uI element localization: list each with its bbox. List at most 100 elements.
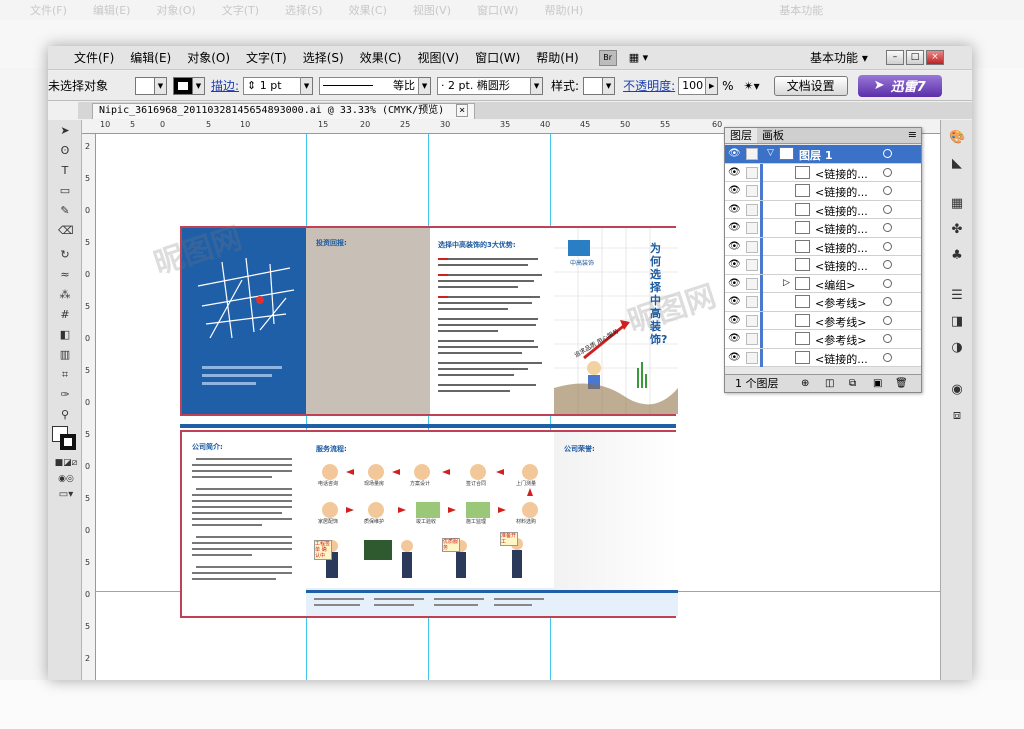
make-clipping-mask-icon[interactable]: ◫ bbox=[825, 375, 834, 392]
menu-help[interactable]: 帮助(H) bbox=[528, 49, 586, 66]
maximize-button[interactable]: □ bbox=[906, 50, 924, 65]
stroke-dropdown[interactable]: ▼ bbox=[193, 76, 205, 95]
visibility-eye-icon[interactable]: 👁 bbox=[728, 186, 741, 196]
workspace-switcher[interactable]: 基本功能 ▾ bbox=[810, 49, 868, 66]
target-icon[interactable] bbox=[883, 149, 892, 158]
layer-row[interactable]: 👁 <链接的... bbox=[725, 200, 921, 219]
target-icon[interactable] bbox=[883, 186, 892, 195]
visibility-eye-icon[interactable]: 👁 bbox=[728, 334, 741, 344]
layer-name[interactable]: <参考线> bbox=[815, 314, 866, 330]
document-setup-button[interactable]: 文档设置 bbox=[773, 75, 848, 96]
lock-toggle[interactable] bbox=[746, 351, 758, 364]
color-guide-icon[interactable]: ◣ bbox=[949, 156, 965, 172]
visibility-eye-icon[interactable]: 👁 bbox=[728, 315, 741, 325]
stroke-panel-icon[interactable]: ☰ bbox=[949, 288, 965, 304]
lock-toggle[interactable] bbox=[746, 240, 758, 253]
lock-toggle[interactable] bbox=[746, 148, 758, 160]
stroke-label[interactable]: 描边: bbox=[211, 77, 239, 94]
rectangle-tool-icon[interactable]: ▭ bbox=[58, 184, 72, 198]
visibility-eye-icon[interactable]: 👁 bbox=[728, 297, 741, 307]
gradient-panel-icon[interactable]: ◨ bbox=[949, 314, 965, 330]
layer-name[interactable]: <链接的... bbox=[815, 221, 868, 237]
visibility-eye-icon[interactable]: 👁 bbox=[728, 278, 741, 288]
brushes-panel-icon[interactable]: ✤ bbox=[949, 222, 965, 238]
expand-arrow-icon[interactable]: ▷ bbox=[783, 278, 790, 288]
menu-view[interactable]: 视图(V) bbox=[409, 49, 467, 66]
stroke-color-box[interactable] bbox=[60, 434, 76, 450]
draw-mode-icons[interactable]: ◉◎ bbox=[52, 472, 80, 486]
opacity-label[interactable]: 不透明度: bbox=[623, 77, 675, 94]
layer-row[interactable]: 👁 <链接的... bbox=[725, 237, 921, 256]
expand-arrow-icon[interactable]: ▽ bbox=[767, 148, 774, 158]
xunlei-badge[interactable]: ➤ 迅雷7 bbox=[857, 74, 942, 97]
layer-row[interactable]: 👁 <参考线> bbox=[725, 293, 921, 312]
selection-tool-icon[interactable]: ➤ bbox=[58, 124, 72, 138]
warp-tool-icon[interactable]: ≈ bbox=[58, 268, 72, 282]
rotate-tool-icon[interactable]: ↻ bbox=[58, 248, 72, 262]
new-layer-icon[interactable]: ▣ bbox=[873, 375, 882, 392]
pencil-tool-icon[interactable]: ✎ bbox=[58, 204, 72, 218]
fill-dropdown[interactable]: ▼ bbox=[155, 76, 167, 95]
tab-layers[interactable]: 图层 bbox=[725, 128, 757, 143]
recolor-icon[interactable]: ✴▾ bbox=[744, 79, 760, 93]
target-icon[interactable] bbox=[883, 334, 892, 343]
layer-name[interactable]: <链接的... bbox=[815, 184, 868, 200]
menu-file[interactable]: 文件(F) bbox=[66, 49, 122, 66]
stroke-weight-dropdown[interactable]: ▼ bbox=[301, 76, 314, 95]
visibility-eye-icon[interactable]: 👁 bbox=[728, 241, 741, 251]
visibility-eye-icon[interactable]: 👁 bbox=[728, 204, 741, 214]
lock-toggle[interactable] bbox=[746, 277, 758, 290]
zoom-tool-icon[interactable]: ⚲ bbox=[58, 408, 72, 422]
layer-row[interactable]: 👁 <链接的... bbox=[725, 219, 921, 238]
menu-edit[interactable]: 编辑(E) bbox=[122, 49, 179, 66]
lock-toggle[interactable] bbox=[746, 203, 758, 216]
color-mode-icons[interactable]: ■◪⧄ bbox=[52, 456, 80, 470]
visibility-eye-icon[interactable]: 👁 bbox=[728, 167, 741, 177]
eyedropper-tool-icon[interactable]: ✑ bbox=[58, 388, 72, 402]
layer-name[interactable]: <链接的... bbox=[815, 203, 868, 219]
lock-toggle[interactable] bbox=[746, 259, 758, 271]
locate-object-icon[interactable]: ⊕ bbox=[801, 375, 809, 392]
target-icon[interactable] bbox=[883, 260, 892, 269]
menu-type[interactable]: 文字(T) bbox=[238, 49, 295, 66]
graphic-styles-panel-icon[interactable]: ⧈ bbox=[949, 408, 965, 424]
transparency-panel-icon[interactable]: ◑ bbox=[949, 340, 965, 356]
variable-width-profile[interactable]: 等比 bbox=[319, 76, 420, 95]
target-icon[interactable] bbox=[883, 352, 892, 362]
layer-name[interactable]: <链接的... bbox=[815, 351, 868, 367]
minimize-button[interactable]: – bbox=[886, 50, 904, 65]
graph-tool-icon[interactable]: ▥ bbox=[58, 348, 72, 362]
bridge-button[interactable]: Br bbox=[598, 49, 617, 66]
graphic-style-dropdown[interactable]: ▼ bbox=[603, 76, 616, 95]
visibility-eye-icon[interactable]: 👁 bbox=[728, 352, 741, 362]
lock-toggle[interactable] bbox=[746, 333, 758, 345]
mesh-tool-icon[interactable]: # bbox=[58, 308, 72, 322]
symbol-tool-icon[interactable]: ⁂ bbox=[58, 288, 72, 302]
visibility-eye-icon[interactable]: 👁 bbox=[728, 149, 741, 159]
tab-artboards[interactable]: 画板 bbox=[757, 128, 789, 143]
target-icon[interactable] bbox=[883, 297, 892, 306]
brush-definition[interactable]: · 2 pt. 椭圆形 bbox=[437, 76, 532, 95]
graphic-style-swatch[interactable] bbox=[583, 76, 604, 95]
layer-name[interactable]: 图层 1 bbox=[799, 147, 832, 163]
layer-name[interactable]: <链接的... bbox=[815, 166, 868, 182]
profile-dropdown[interactable]: ▼ bbox=[419, 76, 432, 95]
arrange-documents-icon[interactable]: ▦ ▾ bbox=[629, 51, 648, 64]
layer-name[interactable]: <参考线> bbox=[815, 332, 866, 348]
brush-dropdown[interactable]: ▼ bbox=[531, 76, 544, 95]
menu-object[interactable]: 对象(O) bbox=[179, 49, 238, 66]
layer-name[interactable]: <链接的... bbox=[815, 240, 868, 256]
layer-name[interactable]: <参考线> bbox=[815, 295, 866, 311]
layer-name[interactable]: <链接的... bbox=[815, 258, 868, 274]
layer-row[interactable]: 👁 <参考线> bbox=[725, 311, 921, 330]
visibility-eye-icon[interactable]: 👁 bbox=[728, 223, 741, 233]
layer-row[interactable]: 👁 <链接的... bbox=[725, 348, 921, 367]
target-icon[interactable] bbox=[883, 223, 892, 232]
new-sublayer-icon[interactable]: ⧉ bbox=[849, 375, 856, 392]
eraser-tool-icon[interactable]: ⌫ bbox=[58, 224, 74, 238]
artboard-tool-icon[interactable]: ⌗ bbox=[58, 368, 72, 382]
menu-window[interactable]: 窗口(W) bbox=[467, 49, 528, 66]
panel-menu-icon[interactable]: ≡ bbox=[908, 128, 921, 143]
target-icon[interactable] bbox=[883, 241, 892, 251]
target-icon[interactable] bbox=[883, 278, 892, 288]
